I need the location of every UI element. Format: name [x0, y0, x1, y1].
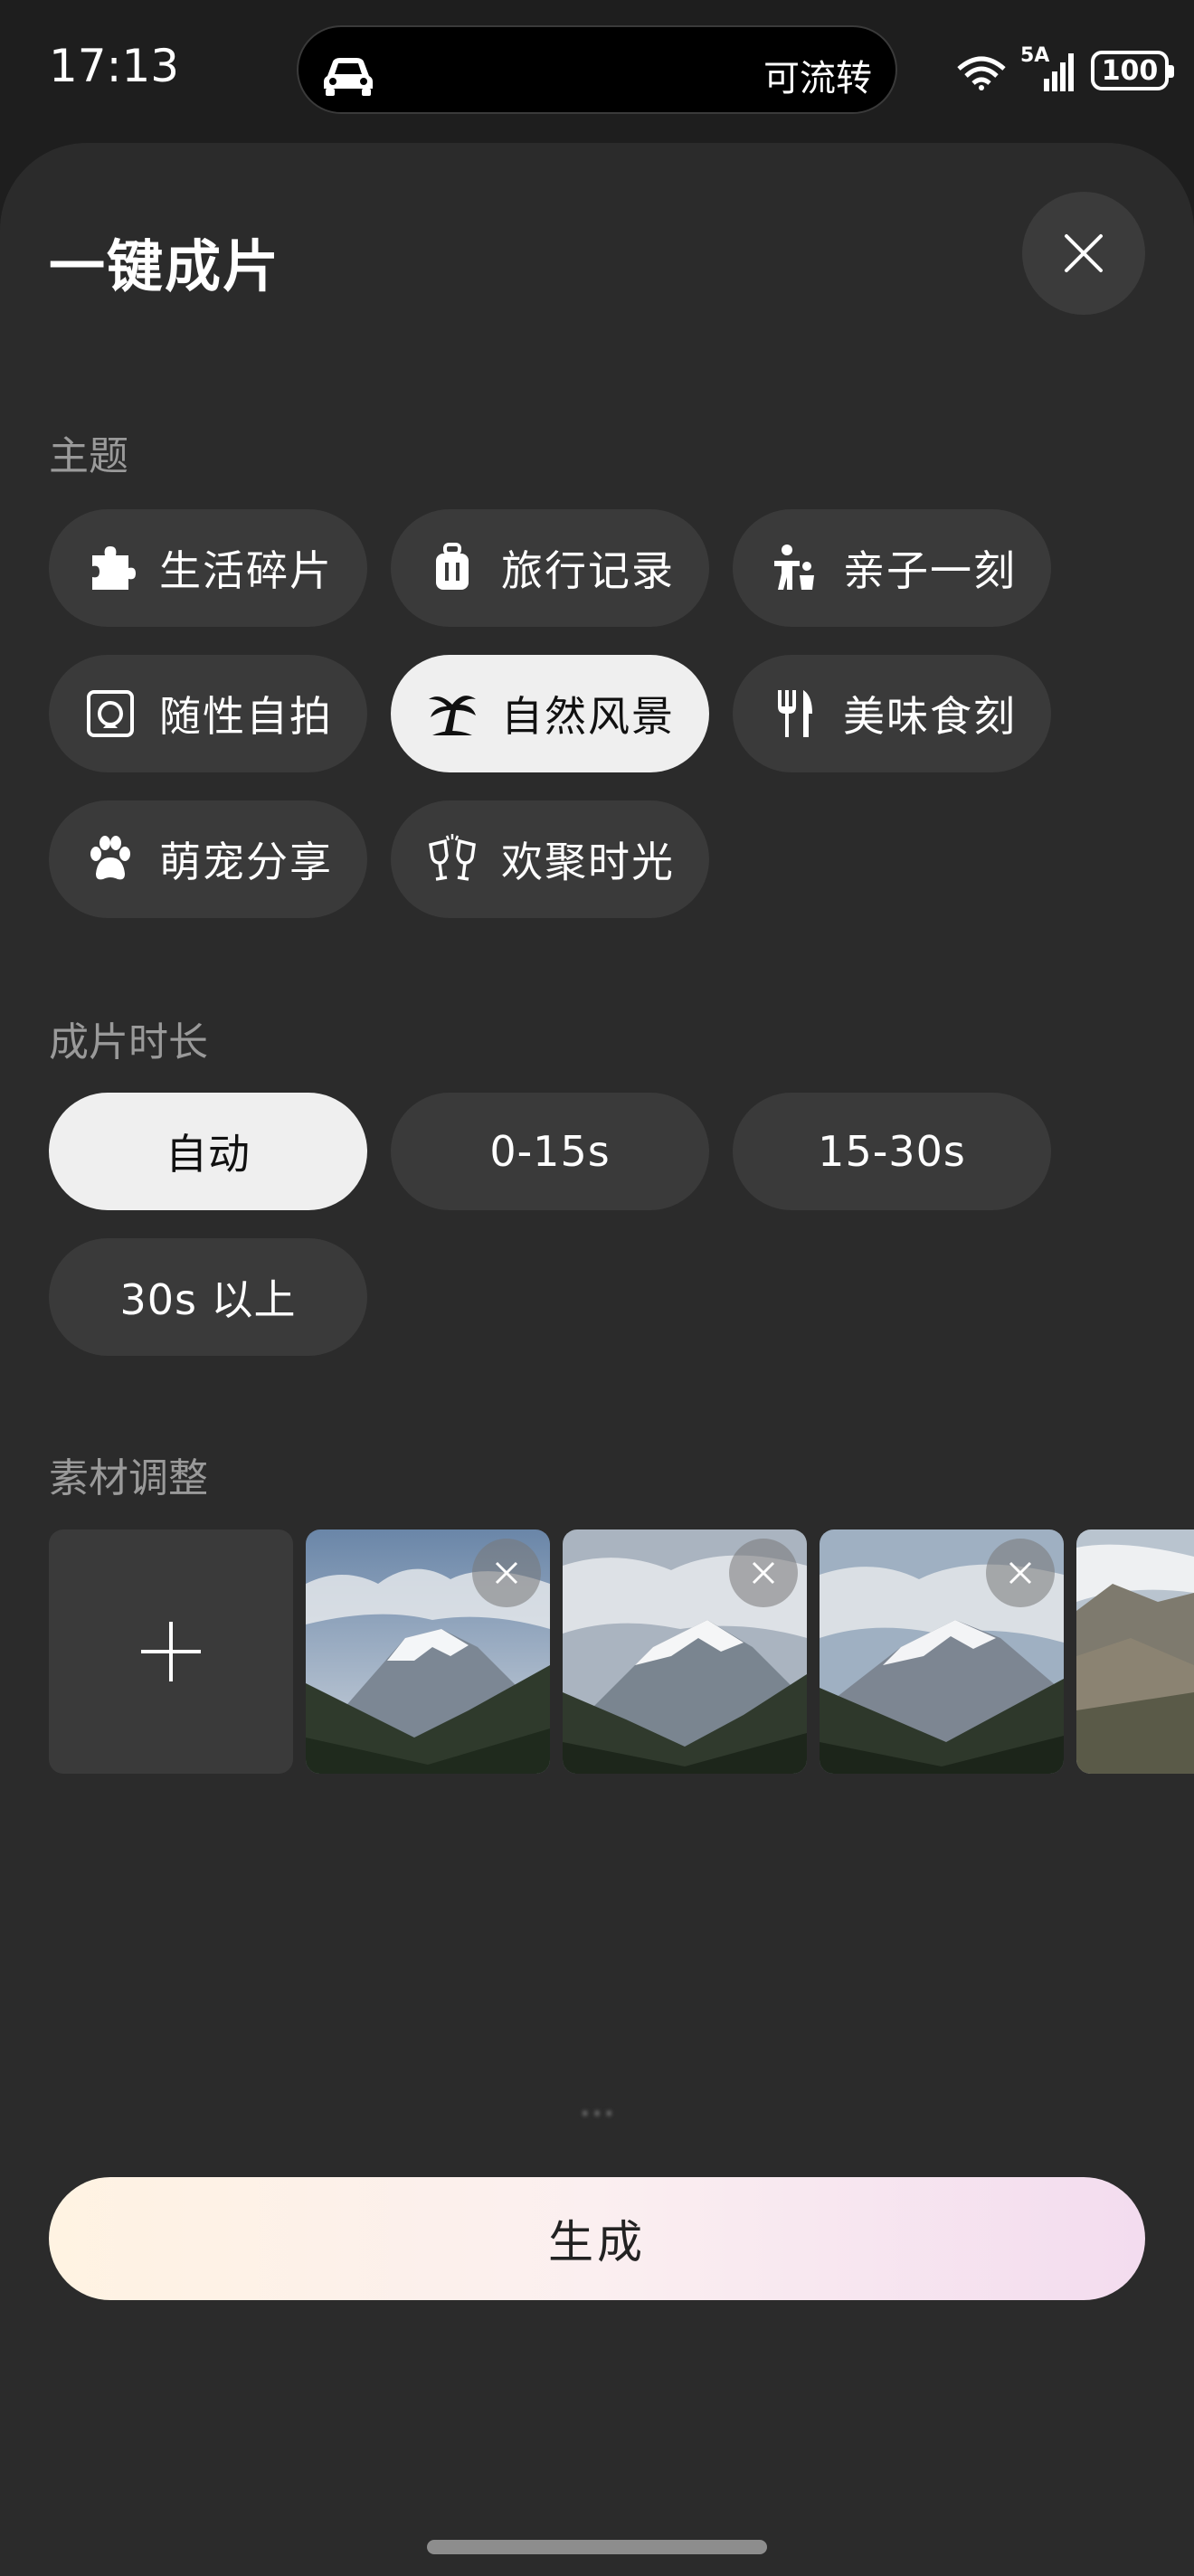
close-icon	[752, 1561, 775, 1585]
material-thumbnail[interactable]	[306, 1530, 550, 1774]
theme-section-label: 主题	[49, 433, 128, 479]
duration-option-0-15s[interactable]: 0-15s	[391, 1093, 709, 1210]
remove-material-button[interactable]	[986, 1539, 1055, 1607]
material-thumbnail[interactable]	[563, 1530, 807, 1774]
sheet-title: 一键成片	[49, 233, 281, 299]
close-icon	[1009, 1561, 1032, 1585]
cheers-icon	[429, 834, 476, 881]
remove-material-button[interactable]	[472, 1539, 541, 1607]
status-time: 17:13	[49, 40, 180, 92]
continuity-label: 可流转	[763, 58, 872, 99]
luggage-icon	[436, 543, 469, 590]
close-icon	[495, 1561, 518, 1585]
mountain-photo	[1076, 1530, 1194, 1774]
materials-section-label: 素材调整	[49, 1455, 208, 1501]
paw-icon	[90, 836, 130, 880]
theme-chip-parent-child[interactable]: 亲子一刻	[733, 509, 1051, 627]
theme-chip-natural-scenery[interactable]: 自然风景	[391, 655, 709, 772]
material-thumbnail[interactable]	[820, 1530, 1064, 1774]
close-icon	[1065, 234, 1103, 272]
duration-option-auto[interactable]: 自动	[49, 1093, 367, 1210]
theme-chip-gathering-time[interactable]: 欢聚时光	[391, 800, 709, 918]
selfie-icon	[87, 690, 134, 737]
theme-chip-delicious-food[interactable]: 美味食刻	[733, 655, 1051, 772]
home-indicator[interactable]	[427, 2540, 767, 2554]
theme-chip-pet-share[interactable]: 萌宠分享	[49, 800, 367, 918]
duration-option-15-30s[interactable]: 15-30s	[733, 1093, 1051, 1210]
duration-section-label: 成片时长	[49, 1019, 208, 1065]
close-button[interactable]	[1022, 192, 1145, 315]
generate-button[interactable]: 生成	[49, 2177, 1145, 2300]
theme-chip-life-fragments[interactable]: 生活碎片	[49, 509, 367, 627]
loading-status-text: ...	[578, 2080, 616, 2125]
theme-chip-casual-selfie[interactable]: 随性自拍	[49, 655, 367, 772]
family-icon	[774, 545, 814, 590]
wifi-icon	[957, 56, 1006, 90]
duration-option-30s-plus[interactable]: 30s 以上	[49, 1238, 367, 1356]
puzzle-icon	[92, 546, 136, 590]
fork-knife-icon	[778, 690, 812, 737]
car-icon	[324, 58, 373, 96]
status-bar: 17:13 可流转 5A 100	[0, 0, 1194, 145]
battery-icon: 100	[1091, 51, 1174, 90]
cellular-signal-icon: 5A	[1020, 44, 1078, 93]
remove-material-button[interactable]	[729, 1539, 798, 1607]
plus-icon	[141, 1622, 201, 1681]
theme-chip-travel-log[interactable]: 旅行记录	[391, 509, 709, 627]
dynamic-island[interactable]: 可流转	[297, 25, 897, 114]
material-thumbnail[interactable]	[1076, 1530, 1194, 1774]
add-material-button[interactable]	[49, 1530, 293, 1774]
palm-tree-icon	[429, 696, 476, 735]
